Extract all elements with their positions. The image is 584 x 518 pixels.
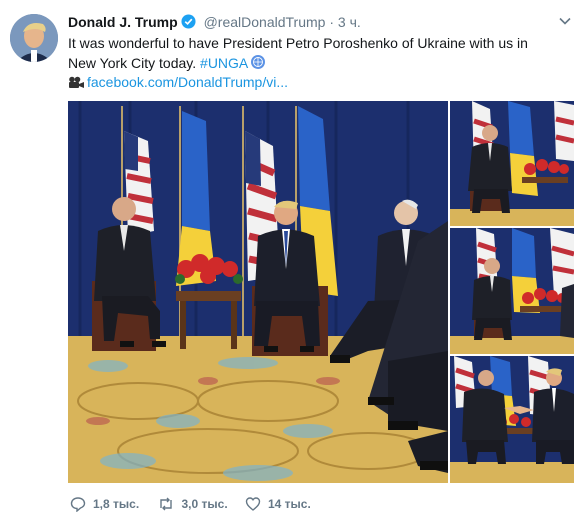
like-count: 14 тыс. [268,497,311,511]
tweet-header: Donald J. Trump @realDonaldTrump · 3 ч. [68,12,361,34]
retweet-icon [159,497,172,511]
reply-count: 1,8 тыс. [93,497,140,511]
verified-icon [181,14,196,34]
hashtag-link[interactable]: #UNGA [200,55,248,71]
author-handle[interactable]: @realDonaldTrump [204,14,326,30]
avatar[interactable] [10,14,58,62]
photo-thumbnail-1[interactable] [450,101,574,226]
photo-thumbnail-3[interactable] [450,356,574,483]
video-camera-icon [68,75,85,95]
facebook-link[interactable]: facebook.com/DonaldTrump/vi... [87,74,288,90]
chevron-down-icon[interactable] [558,14,572,28]
photo-thumbnail-2[interactable] [450,228,574,354]
tweet-actions: 1,8 тыс. 3,0 тыс. 14 тыс. [70,496,325,515]
tweet-text: It was wonderful to have President Petro… [68,33,558,75]
author-name[interactable]: Donald J. Trump [68,14,178,30]
separator-dot: · [329,14,334,30]
photo-grid [68,101,574,483]
retweet-button[interactable]: 3,0 тыс. [157,496,228,512]
reply-button[interactable]: 1,8 тыс. [70,496,139,512]
reply-icon [70,497,86,512]
photo-main[interactable] [68,101,448,483]
timestamp[interactable]: 3 ч. [338,14,361,30]
retweet-count: 3,0 тыс. [181,497,228,511]
like-icon [245,497,261,511]
external-link[interactable]: facebook.com/DonaldTrump/vi... [68,72,288,95]
like-button[interactable]: 14 тыс. [245,496,311,512]
tweet-body: It was wonderful to have President Petro… [68,35,528,71]
